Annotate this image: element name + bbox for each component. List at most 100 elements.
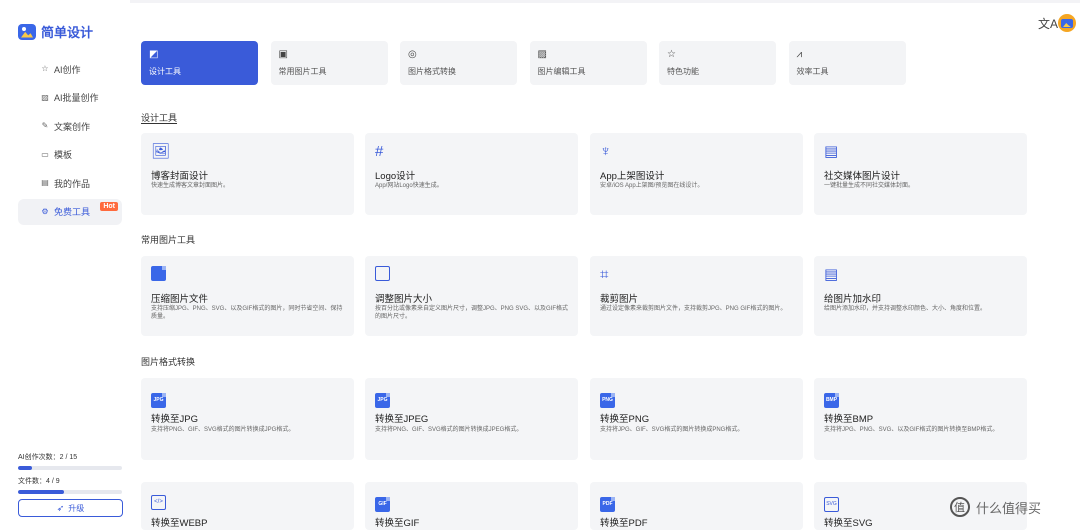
tab-featured[interactable]: ☆ 特色功能 bbox=[659, 41, 776, 85]
watermark-text: 什么值得买 bbox=[976, 500, 1042, 516]
convert-icon: ◎ bbox=[408, 49, 417, 60]
file-usage-bar-fill bbox=[18, 490, 64, 494]
ai-usage-bar-fill bbox=[18, 466, 32, 470]
template-icon: ▭ bbox=[41, 149, 49, 159]
format-tag: GIF bbox=[375, 497, 390, 512]
card-desc: 一键批量生成不同社交媒体封面。 bbox=[824, 183, 915, 189]
bmp-file-icon: BMP bbox=[824, 388, 842, 408]
category-tabs: ◩ 设计工具 ▣ 常用图片工具 ◎ 图片格式转换 ▨ 图片编辑工具 ☆ 特色功能… bbox=[141, 41, 918, 85]
tool-card-compress[interactable]: 压缩图片文件 支持压缩JPG、PNG、SVG、以及GIF格式的图片，同时节省空间… bbox=[141, 256, 354, 336]
sidebar-item-label: AI批量创作 bbox=[54, 93, 99, 103]
file-usage-label: 文件数：4 / 9 bbox=[18, 478, 60, 485]
jpg-file-icon: JPG bbox=[151, 388, 169, 408]
app-name: 简单设计 bbox=[41, 25, 94, 40]
avatar[interactable] bbox=[1058, 14, 1076, 32]
tab-common-image-tools[interactable]: ▣ 常用图片工具 bbox=[270, 41, 388, 85]
hot-badge: Hot bbox=[100, 201, 118, 211]
card-title: 社交媒体图片设计 bbox=[824, 171, 901, 182]
compress-icon bbox=[151, 266, 169, 284]
tab-efficiency[interactable]: ⩘ 效率工具 bbox=[788, 41, 906, 85]
resize-glyph bbox=[375, 266, 390, 281]
card-desc: 支持将JPG、GIF、SVG格式的图片转换成PNG格式。 bbox=[600, 427, 744, 433]
sidebar-item-copywriting[interactable]: ✎ 文案创作 bbox=[18, 113, 122, 139]
card-desc: 安卓/iOS App上架图/预览图在线设计。 bbox=[600, 183, 704, 189]
top-divider bbox=[0, 0, 1080, 3]
sidebar-item-ai-create[interactable]: ☆ AI创作 bbox=[18, 56, 122, 82]
star-icon: ☆ bbox=[667, 49, 676, 60]
sidebar-item-my-works[interactable]: ▤ 我的作品 bbox=[18, 170, 122, 196]
edit-icon: ✎ bbox=[41, 121, 49, 130]
image-batch-icon: ▨ bbox=[41, 92, 49, 102]
pdf-file-icon: PDF bbox=[600, 492, 618, 512]
tab-label: 图片格式转换 bbox=[408, 67, 456, 76]
tool-card-resize[interactable]: 调整图片大小 按百分比或像素来自定义图片尺寸，调整JPG、PNG SVG、以及G… bbox=[365, 256, 578, 336]
tab-label: 常用图片工具 bbox=[278, 67, 327, 76]
tool-card-app-listing[interactable]: ♆ App上架图设计 安卓/iOS App上架图/预览图在线设计。 bbox=[590, 133, 803, 215]
image-icon: 🖼︎ bbox=[151, 143, 171, 160]
gif-file-icon: GIF bbox=[375, 492, 393, 512]
sidebar-item-free-tools[interactable]: ⚙ 免费工具 Hot bbox=[18, 198, 122, 225]
card-title: 博客封面设计 bbox=[151, 171, 209, 182]
tool-card-watermark[interactable]: ▤ 给图片加水印 给图片添加水印，并支持调整水印颜色、大小、角度和位置。 bbox=[814, 256, 1027, 336]
tool-card-to-png[interactable]: PNG 转换至PNG 支持将JPG、GIF、SVG格式的图片转换成PNG格式。 bbox=[590, 378, 803, 460]
tab-image-edit[interactable]: ▨ 图片编辑工具 bbox=[529, 41, 647, 85]
card-desc: 给图片添加水印，并支持调整水印颜色、大小、角度和位置。 bbox=[824, 306, 987, 312]
section-title-convert: 图片格式转换 bbox=[141, 357, 196, 367]
tool-card-to-jpg[interactable]: JPG 转换至JPG 支持将PNG、GIF、SVG格式的图片转换成JPG格式。 bbox=[141, 378, 354, 460]
file-usage-bar bbox=[18, 490, 122, 494]
watermark: 什么值得买 bbox=[950, 497, 1041, 517]
upgrade-label: 升级 bbox=[68, 503, 85, 513]
brand[interactable]: 简单设计 bbox=[18, 22, 93, 41]
tool-card-to-bmp[interactable]: BMP 转换至BMP 支持将JPG、PNG、SVG、以及GIF格式的图片转换至B… bbox=[814, 378, 1027, 460]
ai-usage: AI创作次数：2 / 15 bbox=[18, 452, 122, 470]
resize-icon bbox=[375, 266, 393, 284]
png-file-icon: PNG bbox=[600, 388, 618, 408]
card-title: Logo设计 bbox=[375, 171, 416, 182]
svg-file-icon: SVG bbox=[824, 492, 842, 512]
image-icon: ▣ bbox=[278, 49, 288, 60]
tool-card-blog-cover[interactable]: 🖼︎ 博客封面设计 快速生成博客文章封面图片。 bbox=[141, 133, 354, 215]
format-tag: SVG bbox=[824, 497, 839, 512]
format-tag: JPG bbox=[375, 393, 390, 408]
sidebar-nav: ☆ AI创作 ▨ AI批量创作 ✎ 文案创作 ▭ 模板 ▤ 我的作品 ⚙ 免费工… bbox=[18, 56, 122, 227]
card-desc: 支持将JPG、PNG、SVG、以及GIF格式的图片转换至BMP格式。 bbox=[824, 427, 999, 433]
file-usage: 文件数：4 / 9 bbox=[18, 476, 122, 494]
card-desc: App/网站Logo快速生成。 bbox=[375, 183, 443, 189]
sidebar-item-ai-batch[interactable]: ▨ AI批量创作 bbox=[18, 85, 122, 111]
tool-card-crop[interactable]: ⌗ 裁剪图片 通过设定像素来裁剪图片文件，支持裁剪JPG、PNG GIF格式的图… bbox=[590, 256, 803, 336]
card-title: 转换至JPG bbox=[151, 414, 198, 425]
app-logo-icon bbox=[18, 23, 36, 40]
tool-card-to-webp[interactable]: </> 转换至WEBP bbox=[141, 482, 354, 530]
sidebar-item-templates[interactable]: ▭ 模板 bbox=[18, 142, 122, 168]
sidebar: 简单设计 ☆ AI创作 ▨ AI批量创作 ✎ 文案创作 ▭ 模板 ▤ 我的作品 … bbox=[0, 0, 130, 530]
translate-icon[interactable]: 文A bbox=[1038, 15, 1058, 32]
star-icon: ☆ bbox=[41, 64, 49, 73]
card-desc: 支持将PNG、GIF、SVG格式的图片转换成JPG格式。 bbox=[151, 427, 295, 433]
upgrade-button[interactable]: ➶ 升级 bbox=[18, 499, 123, 517]
tab-format-convert[interactable]: ◎ 图片格式转换 bbox=[400, 41, 517, 85]
card-title: 裁剪图片 bbox=[600, 294, 639, 305]
design-icon: ◩ bbox=[149, 49, 159, 60]
tool-card-social-media[interactable]: ▤ 社交媒体图片设计 一键批量生成不同社交媒体封面。 bbox=[814, 133, 1027, 215]
smzdm-logo-icon bbox=[950, 497, 970, 517]
tool-card-to-jpeg[interactable]: JPG 转换至JPEG 支持将PNG、GIF、SVG格式的图片转换成JPEG格式… bbox=[365, 378, 578, 460]
tab-label: 图片编辑工具 bbox=[537, 67, 586, 76]
crop-icon: ⌗ bbox=[600, 266, 609, 283]
tab-design-tools[interactable]: ◩ 设计工具 bbox=[141, 41, 258, 85]
card-title: 转换至GIF bbox=[375, 518, 420, 529]
tool-card-to-gif[interactable]: GIF 转换至GIF bbox=[365, 482, 578, 530]
format-tag: JPG bbox=[151, 393, 166, 408]
tab-label: 特色功能 bbox=[667, 67, 699, 76]
jpg-file-icon: JPG bbox=[375, 388, 393, 408]
watermark-icon: ▤ bbox=[824, 266, 839, 283]
card-title: 转换至PDF bbox=[600, 518, 648, 529]
tool-card-to-pdf[interactable]: PDF 转换至PDF bbox=[590, 482, 803, 530]
card-desc: 支持压缩JPG、PNG、SVG、以及GIF格式的图片，同时节省空间、保持质量。 bbox=[151, 306, 343, 320]
tool-card-logo[interactable]: # Logo设计 App/网站Logo快速生成。 bbox=[365, 133, 578, 215]
format-tag: PNG bbox=[600, 393, 615, 408]
compress-glyph bbox=[151, 266, 166, 281]
card-title: 转换至WEBP bbox=[151, 518, 208, 529]
sidebar-item-label: 免费工具 bbox=[54, 207, 91, 217]
image-edit-icon: ▨ bbox=[537, 49, 547, 60]
card-title: 转换至BMP bbox=[824, 414, 874, 425]
